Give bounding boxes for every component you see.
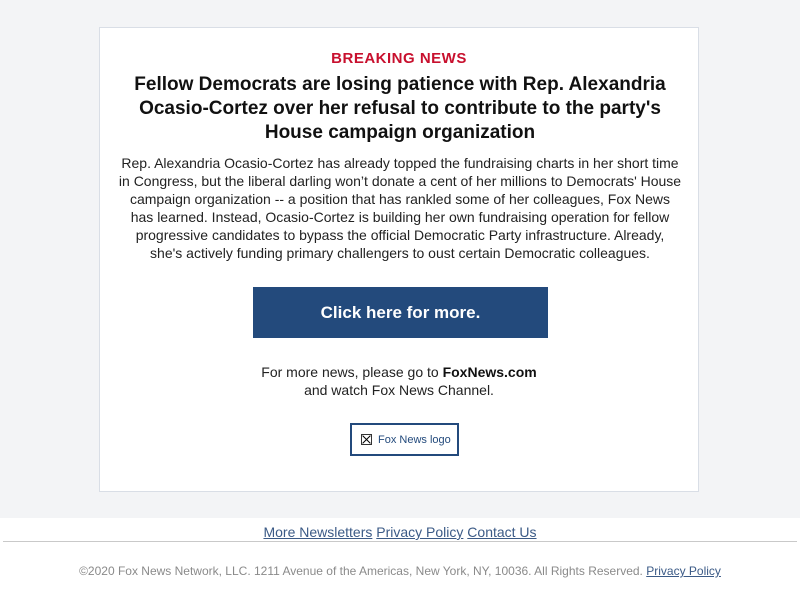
more-news-suffix: and watch Fox News Channel.	[304, 382, 494, 398]
broken-image-icon	[361, 434, 372, 445]
fox-news-logo[interactable]: Fox News logo	[350, 423, 459, 456]
article-summary: Rep. Alexandria Ocasio-Cortez has alread…	[118, 155, 682, 261]
copyright-text: ©2020 Fox News Network, LLC. 1211 Avenue…	[79, 564, 647, 578]
copyright-notice: ©2020 Fox News Network, LLC. 1211 Avenue…	[0, 563, 800, 579]
logo-alt-text: Fox News logo	[378, 433, 451, 446]
more-news-text: For more news, please go to FoxNews.com …	[100, 363, 698, 399]
click-here-button[interactable]: Click here for more.	[253, 287, 548, 338]
foxnews-link[interactable]: FoxNews.com	[443, 364, 537, 380]
contact-us-link[interactable]: Contact Us	[467, 524, 536, 540]
breaking-news-kicker: BREAKING NEWS	[331, 50, 467, 67]
privacy-policy-link[interactable]: Privacy Policy	[376, 524, 463, 540]
email-card: BREAKING NEWS Fellow Democrats are losin…	[99, 27, 699, 492]
headline[interactable]: Fellow Democrats are losing patience wit…	[130, 73, 670, 145]
footer-links: More Newsletters Privacy Policy Contact …	[0, 523, 800, 541]
more-newsletters-link[interactable]: More Newsletters	[263, 524, 372, 540]
footer-privacy-policy-link[interactable]: Privacy Policy	[646, 564, 721, 578]
more-news-prefix: For more news, please go to	[261, 364, 443, 380]
footer-divider	[3, 541, 797, 542]
